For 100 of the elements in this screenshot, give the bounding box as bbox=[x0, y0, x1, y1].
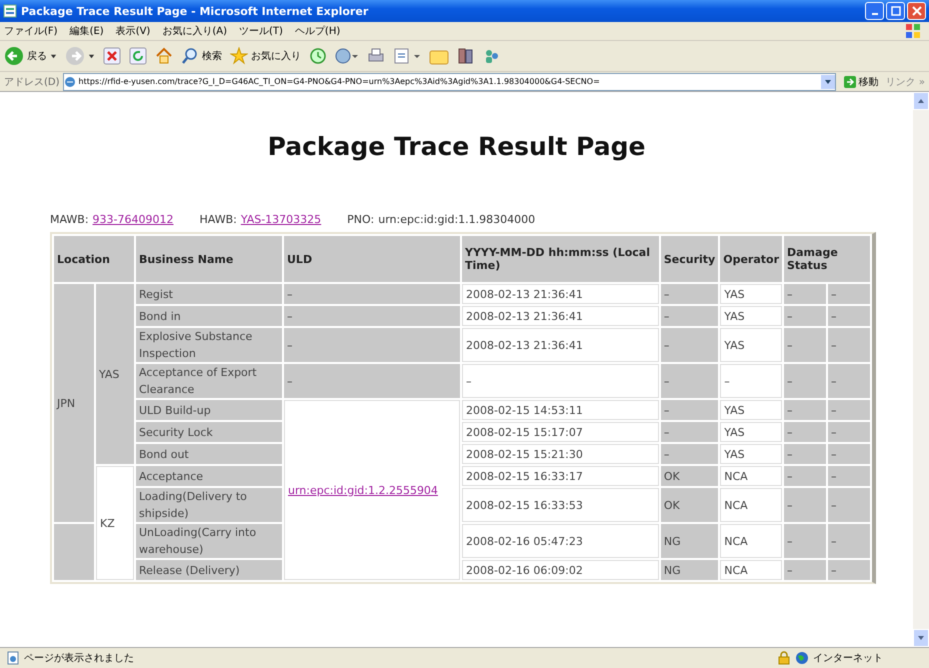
close-button[interactable] bbox=[907, 2, 926, 20]
edit-icon[interactable] bbox=[393, 47, 421, 65]
table-cell: – bbox=[660, 364, 718, 398]
column-header: Security bbox=[660, 236, 718, 282]
maximize-button[interactable] bbox=[886, 2, 905, 20]
uld-link[interactable]: urn:epc:id:gid:1.2.2555904 bbox=[288, 484, 438, 496]
location-cell: JPN bbox=[54, 284, 94, 522]
go-arrow-icon bbox=[842, 74, 857, 88]
business-cell: Acceptance of Export Clearance bbox=[136, 364, 282, 398]
business-cell: ULD Build-up bbox=[136, 400, 282, 420]
column-header: Damage Status bbox=[784, 236, 870, 282]
table-cell: – bbox=[660, 400, 718, 420]
dropdown-icon[interactable] bbox=[820, 74, 835, 88]
info-label: HAWB: bbox=[200, 213, 237, 226]
home-icon[interactable] bbox=[155, 47, 173, 65]
back-button[interactable]: 戻る bbox=[4, 46, 57, 66]
table-cell: – bbox=[660, 306, 718, 326]
table-cell: – bbox=[784, 328, 826, 362]
column-header: Operator bbox=[720, 236, 782, 282]
table-cell: 2008-02-13 21:36:41 bbox=[462, 328, 659, 362]
table-cell: YAS bbox=[720, 400, 782, 420]
table-cell: 2008-02-15 16:33:17 bbox=[462, 466, 659, 486]
refresh-icon[interactable] bbox=[129, 47, 147, 65]
table-cell: – bbox=[828, 306, 870, 326]
table-cell: NCA bbox=[720, 466, 782, 486]
table-cell: – bbox=[784, 284, 826, 304]
business-cell: Bond out bbox=[136, 444, 282, 464]
table-cell: – bbox=[828, 328, 870, 362]
table-cell: YAS bbox=[720, 306, 782, 326]
business-cell: Acceptance bbox=[136, 466, 282, 486]
table-cell: 2008-02-15 16:33:53 bbox=[462, 488, 659, 522]
search-button[interactable]: 検索 bbox=[181, 47, 222, 65]
menu-item[interactable]: お気に入り(A) bbox=[162, 24, 227, 38]
table-cell: – bbox=[720, 364, 782, 398]
table-cell: – bbox=[784, 306, 826, 326]
history-icon[interactable] bbox=[309, 47, 327, 65]
business-cell: Bond in bbox=[136, 306, 282, 326]
table-cell: NG bbox=[660, 560, 718, 580]
table-cell: – bbox=[660, 284, 718, 304]
info-link[interactable]: YAS-13703325 bbox=[240, 213, 322, 226]
business-cell: UnLoading(Carry into warehouse) bbox=[136, 524, 282, 558]
window-title: Package Trace Result Page - Microsoft Internet Explorer bbox=[21, 4, 368, 18]
table-cell: – bbox=[784, 364, 826, 398]
table-cell: 2008-02-16 06:09:02 bbox=[462, 560, 659, 580]
page-icon bbox=[6, 651, 20, 665]
minimize-button[interactable] bbox=[865, 2, 884, 20]
info-link[interactable]: 933-76409012 bbox=[92, 213, 174, 226]
lock-icon bbox=[777, 651, 791, 665]
go-button[interactable]: 移動 bbox=[838, 74, 883, 88]
business-cell: Explosive Substance Inspection bbox=[136, 328, 282, 362]
people-icon[interactable] bbox=[483, 47, 501, 65]
table-cell: YAS bbox=[720, 328, 782, 362]
column-header: YYYY-MM-DD hh:mm:ss (Local Time) bbox=[462, 236, 659, 282]
table-cell: – bbox=[660, 328, 718, 362]
stop-icon[interactable] bbox=[103, 47, 121, 65]
table-cell: – bbox=[660, 444, 718, 464]
scrollbar[interactable] bbox=[913, 92, 929, 647]
table-cell: – bbox=[828, 560, 870, 580]
business-cell: Security Lock bbox=[136, 422, 282, 442]
favorites-button[interactable]: お気に入り bbox=[230, 47, 301, 65]
table-cell: – bbox=[284, 364, 460, 398]
table-cell: – bbox=[828, 524, 870, 558]
address-field[interactable]: https://rfid-e-yusen.com/trace?G_I_D=G46AC_TI_ON=G4-PNO&G4-PNO=urn%3Aepc%3Aid%3Agid%3A1.1.98304000&G4-SECNO= bbox=[62, 72, 836, 90]
table-cell: – bbox=[828, 466, 870, 486]
table-cell: YAS bbox=[720, 444, 782, 464]
scroll-down-icon[interactable] bbox=[917, 634, 925, 642]
table-cell: – bbox=[284, 284, 460, 304]
menu-item[interactable]: ツール(T) bbox=[239, 24, 283, 38]
table-cell: 2008-02-15 14:53:11 bbox=[462, 400, 659, 420]
mail-icon[interactable] bbox=[335, 47, 359, 65]
menu-item[interactable]: ヘルプ(H) bbox=[294, 24, 340, 38]
close-icon bbox=[912, 6, 922, 16]
table-cell: 2008-02-15 15:17:07 bbox=[462, 422, 659, 442]
column-header: ULD bbox=[284, 236, 460, 282]
table-cell: – bbox=[784, 422, 826, 442]
table-cell: OK bbox=[660, 488, 718, 522]
business-cell: Loading(Delivery to shipside) bbox=[136, 488, 282, 522]
table-cell: YAS bbox=[720, 284, 782, 304]
table-cell: OK bbox=[660, 466, 718, 486]
station-cell: KZ bbox=[96, 466, 134, 580]
zone-label: インターネット bbox=[813, 652, 883, 665]
table-cell: – bbox=[784, 466, 826, 486]
scroll-up-icon[interactable] bbox=[917, 97, 925, 105]
minimize-icon bbox=[872, 13, 878, 15]
table-cell: YAS bbox=[720, 422, 782, 442]
menu-item[interactable]: ファイル(F) bbox=[4, 24, 58, 38]
menu-item[interactable]: 表示(V) bbox=[116, 24, 150, 38]
table-cell: – bbox=[828, 488, 870, 522]
star-icon bbox=[230, 47, 248, 65]
table-cell: – bbox=[828, 364, 870, 398]
maximize-icon bbox=[890, 6, 900, 16]
table-cell: NCA bbox=[720, 524, 782, 558]
book-icon[interactable] bbox=[457, 47, 475, 65]
station-cell: YAS bbox=[96, 284, 134, 464]
menu-item[interactable]: 編集(E) bbox=[70, 24, 104, 38]
table-cell: – bbox=[784, 488, 826, 522]
table-cell: – bbox=[784, 560, 826, 580]
table-cell: – bbox=[784, 524, 826, 558]
table-cell: – bbox=[784, 444, 826, 464]
globe-icon bbox=[795, 651, 809, 665]
